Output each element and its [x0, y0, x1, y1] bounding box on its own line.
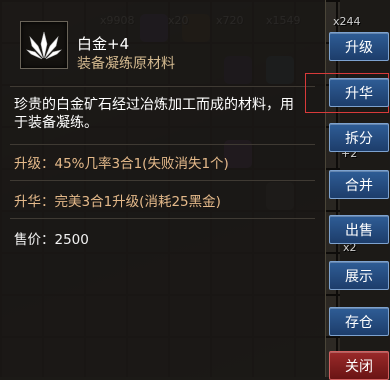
inventory-count: x244	[333, 15, 361, 28]
item-tooltip: 白金+4 装备凝练原材料 珍贵的白金矿石经过冶炼加工而成的材料，用于装备凝练。 …	[0, 0, 326, 377]
divider	[10, 144, 315, 145]
upgrade-info: 升级：45%几率3合1(失败消失1个)	[14, 156, 229, 172]
store-button[interactable]: 存仓	[329, 307, 389, 336]
close-button[interactable]: 关闭	[329, 351, 389, 380]
promote-info: 升华：完美3合1升级(消耗25黑金)	[14, 194, 221, 210]
display-button[interactable]: 展示	[329, 261, 389, 290]
item-icon	[20, 21, 68, 69]
divider	[10, 180, 315, 181]
split-button[interactable]: 拆分	[329, 123, 389, 152]
platinum-ore-icon	[26, 31, 62, 60]
merge-button[interactable]: 合并	[329, 170, 389, 199]
divider	[10, 218, 315, 219]
upgrade-button[interactable]: 升级	[329, 32, 389, 61]
promote-button[interactable]: 升华	[329, 78, 389, 107]
item-name: 白金+4	[77, 35, 130, 53]
item-description: 珍贵的白金矿石经过冶炼加工而成的材料，用于装备凝练。	[14, 97, 294, 131]
divider	[10, 86, 315, 87]
item-price: 售价：2500	[14, 232, 89, 248]
sell-button[interactable]: 出售	[329, 215, 389, 244]
item-type: 装备凝练原材料	[77, 56, 175, 72]
